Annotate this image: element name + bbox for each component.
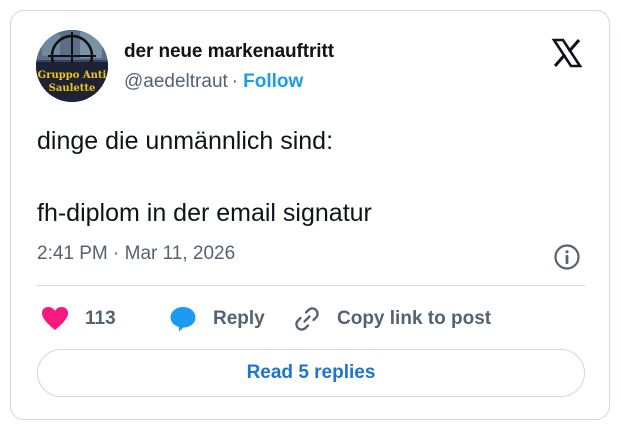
author-handle[interactable]: @aedeltraut [124, 71, 228, 92]
copy-link-label: Copy link to post [337, 308, 492, 329]
x-logo-icon[interactable] [551, 37, 583, 69]
read-replies-button[interactable]: Read 5 replies [37, 349, 585, 397]
heart-icon [42, 307, 68, 330]
author-display-name[interactable]: der neue markenauftritt [124, 41, 334, 63]
author-handle-row: @aedeltraut · Follow [124, 71, 303, 93]
like-button[interactable]: 113 [41, 301, 116, 337]
reply-label: Reply [213, 308, 265, 329]
svg-text:Saulette: Saulette [49, 83, 96, 94]
copy-link-button[interactable]: Copy link to post [293, 301, 491, 337]
follow-button[interactable]: Follow [243, 71, 303, 92]
action-bar: 113 Reply Copy link to post [37, 301, 585, 337]
avatar-image: Gruppo Anti Saulette [36, 30, 108, 102]
tweet-timestamp[interactable]: 2:41 PM · Mar 11, 2026 [37, 243, 235, 265]
reply-button[interactable]: Reply [169, 301, 265, 337]
link-icon [295, 307, 319, 331]
tweet-text: dinge die unmännlich sind: fh-diplom in … [37, 127, 372, 227]
separator-dot: · [231, 71, 239, 92]
svg-text:Gruppo Anti: Gruppo Anti [38, 70, 107, 81]
tweet-card: Gruppo Anti Saulette der neue markenauft… [10, 10, 610, 420]
avatar[interactable]: Gruppo Anti Saulette [36, 30, 108, 102]
divider [37, 285, 585, 286]
like-count: 113 [85, 308, 116, 329]
info-icon[interactable] [553, 243, 581, 271]
speech-bubble-icon [170, 307, 196, 332]
